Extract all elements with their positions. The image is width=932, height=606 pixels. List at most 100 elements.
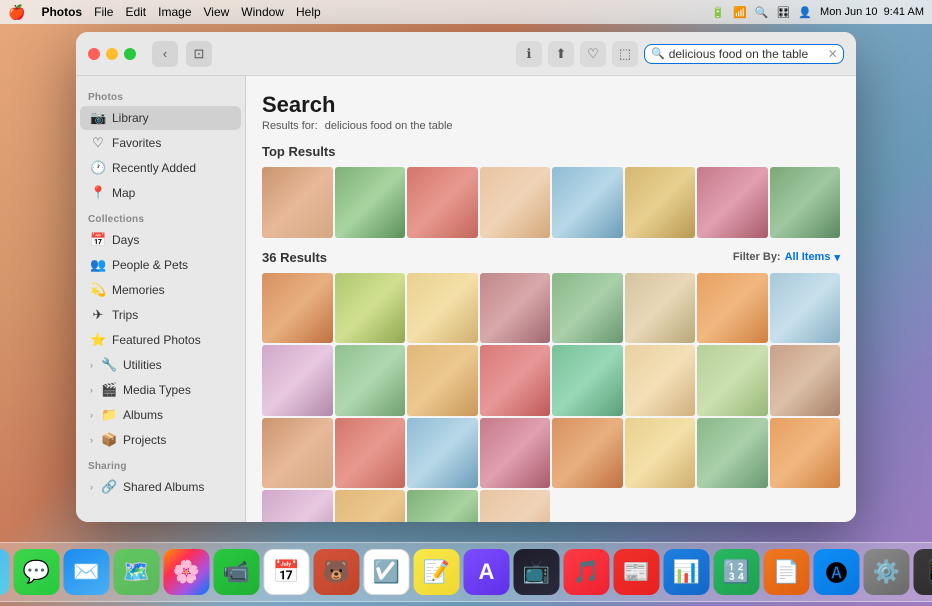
- main-content: Search Results for: delicious food on th…: [246, 76, 856, 522]
- search-menubar-icon[interactable]: 🔍: [755, 6, 769, 19]
- menu-view[interactable]: View: [204, 5, 230, 19]
- result-photo-11[interactable]: [407, 345, 478, 416]
- result-photo-4[interactable]: [480, 273, 551, 344]
- top-photo-3[interactable]: [407, 167, 478, 238]
- result-photo-24[interactable]: [770, 418, 841, 489]
- clear-search-button[interactable]: ✕: [828, 47, 838, 61]
- result-photo-6[interactable]: [625, 273, 696, 344]
- menu-help[interactable]: Help: [296, 5, 321, 19]
- result-photo-8[interactable]: [770, 273, 841, 344]
- result-photo-14[interactable]: [625, 345, 696, 416]
- back-button[interactable]: ‹: [152, 41, 178, 67]
- result-photo-7[interactable]: [697, 273, 768, 344]
- sidebar-item-featured[interactable]: ⭐ Featured Photos: [80, 328, 241, 352]
- result-photo-27[interactable]: [407, 490, 478, 522]
- menu-window[interactable]: Window: [241, 5, 284, 19]
- fullscreen-button[interactable]: [124, 48, 136, 60]
- dock-pages[interactable]: 📄: [764, 549, 810, 595]
- dock-numbers[interactable]: 🔢: [714, 549, 760, 595]
- result-photo-25[interactable]: [262, 490, 333, 522]
- control-center-icon[interactable]: 🎛: [776, 6, 790, 19]
- dock-photos[interactable]: 🌸: [164, 549, 210, 595]
- dock-iphone-mirroring[interactable]: 📱: [914, 549, 932, 595]
- result-photo-15[interactable]: [697, 345, 768, 416]
- sidebar-item-projects[interactable]: › 📦 Projects: [80, 428, 241, 452]
- dock-messages[interactable]: 💬: [14, 549, 60, 595]
- result-photo-12[interactable]: [480, 345, 551, 416]
- top-photo-6[interactable]: [625, 167, 696, 238]
- top-photo-1[interactable]: [262, 167, 333, 238]
- menu-bar-left: 🍎 Photos File Edit Image View Window Hel…: [8, 4, 321, 21]
- dock-safari[interactable]: 🧭: [0, 549, 10, 595]
- dock-systemprefs[interactable]: ⚙️: [864, 549, 910, 595]
- result-photo-28[interactable]: [480, 490, 551, 522]
- result-photo-19[interactable]: [407, 418, 478, 489]
- sidebar-item-label-media-types: Media Types: [123, 383, 191, 397]
- result-photo-10[interactable]: [335, 345, 406, 416]
- menu-image[interactable]: Image: [158, 5, 191, 19]
- result-photo-20[interactable]: [480, 418, 551, 489]
- sidebar-item-favorites[interactable]: ♡ Favorites: [80, 131, 241, 155]
- sidebar-item-albums[interactable]: › 📁 Albums: [80, 403, 241, 427]
- sidebar-item-memories[interactable]: 💫 Memories: [80, 278, 241, 302]
- minimize-button[interactable]: [106, 48, 118, 60]
- result-photo-16[interactable]: [770, 345, 841, 416]
- trash-button[interactable]: ⬚: [612, 41, 638, 67]
- result-photo-22[interactable]: [625, 418, 696, 489]
- filter-chevron-icon[interactable]: ▾: [834, 251, 840, 264]
- result-photo-3[interactable]: [407, 273, 478, 344]
- top-photo-5[interactable]: [552, 167, 623, 238]
- sidebar-item-days[interactable]: 📅 Days: [80, 228, 241, 252]
- sidebar-item-library[interactable]: 📷 Library: [80, 106, 241, 130]
- dock-appletv[interactable]: 📺: [514, 549, 560, 595]
- sidebar-item-label-favorites: Favorites: [112, 136, 161, 150]
- dock-bear[interactable]: 🐻: [314, 549, 360, 595]
- result-photo-13[interactable]: [552, 345, 623, 416]
- result-photo-5[interactable]: [552, 273, 623, 344]
- result-photo-17[interactable]: [262, 418, 333, 489]
- result-photo-9[interactable]: [262, 345, 333, 416]
- menu-photos[interactable]: Photos: [41, 5, 82, 19]
- result-photo-26[interactable]: [335, 490, 406, 522]
- dock-keynote[interactable]: 📊: [664, 549, 710, 595]
- dock-news[interactable]: 📰: [614, 549, 660, 595]
- sidebar-item-media-types[interactable]: › 🎬 Media Types: [80, 378, 241, 402]
- dock-arc[interactable]: A: [464, 549, 510, 595]
- results-count: 36 Results: [262, 250, 327, 265]
- sidebar-item-shared-albums[interactable]: › 🔗 Shared Albums: [80, 475, 241, 499]
- sidebar-item-utilities[interactable]: › 🔧 Utilities: [80, 353, 241, 377]
- apple-menu[interactable]: 🍎: [8, 4, 25, 21]
- top-photo-4[interactable]: [480, 167, 551, 238]
- dock-facetime[interactable]: 📹: [214, 549, 260, 595]
- dock-calendar[interactable]: 📅: [264, 549, 310, 595]
- result-photo-21[interactable]: [552, 418, 623, 489]
- dock-maps[interactable]: 🗺️: [114, 549, 160, 595]
- top-photo-7[interactable]: [697, 167, 768, 238]
- sidebar-item-people-pets[interactable]: 👥 People & Pets: [80, 253, 241, 277]
- result-photo-2[interactable]: [335, 273, 406, 344]
- top-photo-2[interactable]: [335, 167, 406, 238]
- dock-mail[interactable]: ✉️: [64, 549, 110, 595]
- wifi-icon: 📶: [733, 6, 747, 19]
- dock-notes[interactable]: 📝: [414, 549, 460, 595]
- filter-value[interactable]: All Items: [785, 251, 831, 263]
- sidebar-item-recently-added[interactable]: 🕐 Recently Added: [80, 156, 241, 180]
- sidebar-item-map[interactable]: 📍 Map: [80, 181, 241, 205]
- sidebar-item-trips[interactable]: ✈ Trips: [80, 303, 241, 327]
- result-photo-23[interactable]: [697, 418, 768, 489]
- info-button[interactable]: ℹ: [516, 41, 542, 67]
- menu-edit[interactable]: Edit: [125, 5, 146, 19]
- search-bar[interactable]: 🔍 ✕: [644, 44, 844, 64]
- dock-appstore[interactable]: 🅐: [814, 549, 860, 595]
- share-button[interactable]: ⬆: [548, 41, 574, 67]
- heart-button[interactable]: ♡: [580, 41, 606, 67]
- search-input[interactable]: [669, 47, 824, 61]
- top-photo-8[interactable]: [770, 167, 841, 238]
- result-photo-1[interactable]: [262, 273, 333, 344]
- dock-reminders[interactable]: ☑️: [364, 549, 410, 595]
- dock-music[interactable]: 🎵: [564, 549, 610, 595]
- menu-file[interactable]: File: [94, 5, 113, 19]
- layout-button[interactable]: ⊡: [186, 41, 212, 67]
- close-button[interactable]: [88, 48, 100, 60]
- result-photo-18[interactable]: [335, 418, 406, 489]
